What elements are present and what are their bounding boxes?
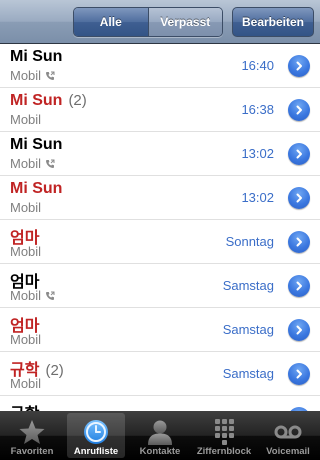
chevron-right-icon bbox=[296, 61, 302, 71]
filter-missed-segment[interactable]: Verpasst bbox=[148, 8, 222, 36]
chevron-right-icon bbox=[296, 149, 302, 159]
chevron-right-icon bbox=[296, 325, 302, 335]
detail-disclosure-button[interactable] bbox=[288, 231, 310, 253]
call-time: 16:40 bbox=[241, 58, 274, 73]
call-subtitle: Mobil bbox=[10, 288, 55, 303]
detail-disclosure-button[interactable] bbox=[288, 55, 310, 77]
phone-type-label: Mobil bbox=[10, 332, 42, 347]
clock-icon bbox=[84, 420, 108, 444]
call-row[interactable]: Mi Sun (2) Mobil 16:38 bbox=[0, 88, 320, 132]
phone-type-label: Mobil bbox=[10, 68, 42, 83]
call-subtitle: Mobil bbox=[10, 332, 41, 347]
person-icon bbox=[148, 420, 172, 445]
caller-name-text: Mi Sun bbox=[10, 92, 63, 109]
caller-name: Mi Sun bbox=[10, 48, 62, 66]
caller-name-text: Mi Sun bbox=[10, 48, 63, 65]
tab-label: Kontakte bbox=[139, 446, 181, 457]
call-row[interactable]: 규학 (2) Mobil Samstag bbox=[0, 352, 320, 396]
call-row[interactable]: Mi Sun Mobil 13:02 bbox=[0, 176, 320, 220]
call-subtitle: Mobil bbox=[10, 200, 41, 215]
call-row[interactable]: Mi Sun Mobil 16:40 bbox=[0, 44, 320, 88]
detail-disclosure-button[interactable] bbox=[288, 275, 310, 297]
detail-disclosure-button[interactable] bbox=[288, 187, 310, 209]
caller-name-text: Mi Sun bbox=[10, 136, 63, 153]
chevron-right-icon bbox=[296, 281, 302, 291]
voicemail-icon bbox=[274, 425, 302, 439]
call-row[interactable]: 엄마 Mobil Samstag bbox=[0, 264, 320, 308]
call-time: Samstag bbox=[222, 366, 274, 381]
caller-name: 규학 bbox=[10, 400, 39, 411]
call-list[interactable]: Mi Sun Mobil 16:40 Mi Sun (2) Mobil 16:38 Mi Su… bbox=[0, 44, 320, 411]
filter-all-segment[interactable]: Alle bbox=[74, 8, 149, 36]
phone-type-label: Mobil bbox=[10, 376, 42, 391]
tab-contacts[interactable]: Kontakte bbox=[128, 411, 192, 460]
call-subtitle: Mobil bbox=[10, 244, 41, 259]
call-subtitle: Mobil bbox=[10, 112, 41, 127]
call-time: 13:02 bbox=[241, 146, 274, 161]
tab-keypad[interactable]: Ziffernblock bbox=[192, 411, 256, 460]
caller-name-text: Mi Sun bbox=[10, 180, 63, 197]
call-time: Samstag bbox=[222, 278, 274, 293]
call-row[interactable]: 엄마 Mobil Samstag bbox=[0, 308, 320, 352]
call-row[interactable]: 규학 bbox=[0, 396, 320, 411]
phone-type-label: Mobil bbox=[10, 156, 42, 171]
call-time: Sonntag bbox=[225, 234, 274, 249]
phone-type-label: Mobil bbox=[10, 244, 42, 259]
tab-bar: Favoriten Anrufliste Kontakte Ziffernblo… bbox=[0, 411, 320, 460]
detail-disclosure-button[interactable] bbox=[288, 319, 310, 341]
tab-label: Favoriten bbox=[10, 446, 54, 457]
call-filter-segmented-control: Alle Verpasst bbox=[73, 7, 223, 37]
detail-disclosure-button[interactable] bbox=[288, 363, 310, 385]
call-subtitle: Mobil bbox=[10, 156, 55, 171]
tab-label: Voicemail bbox=[266, 446, 310, 457]
outgoing-call-icon bbox=[46, 159, 55, 168]
call-subtitle: Mobil bbox=[10, 68, 55, 83]
phone-type-label: Mobil bbox=[10, 112, 42, 127]
outgoing-call-icon bbox=[46, 291, 55, 300]
navigation-bar: Alle Verpasst Bearbeiten bbox=[0, 0, 320, 44]
tab-favorites[interactable]: Favoriten bbox=[0, 411, 64, 460]
call-time: Samstag bbox=[222, 322, 274, 337]
tab-label: Anrufliste bbox=[73, 446, 119, 457]
call-count: (2) bbox=[45, 362, 64, 379]
outgoing-call-icon bbox=[46, 71, 55, 80]
caller-name: Mi Sun bbox=[10, 136, 62, 154]
chevron-right-icon bbox=[296, 237, 302, 247]
call-count: (2) bbox=[68, 92, 87, 109]
call-subtitle: Mobil bbox=[10, 376, 41, 391]
tab-voicemail[interactable]: Voicemail bbox=[256, 411, 320, 460]
detail-disclosure-button[interactable] bbox=[288, 143, 310, 165]
tab-label: Ziffernblock bbox=[196, 446, 252, 457]
phone-type-label: Mobil bbox=[10, 288, 42, 303]
caller-name: Mi Sun bbox=[10, 180, 62, 198]
keypad-icon bbox=[215, 419, 234, 445]
call-row[interactable]: 엄마 Mobil Sonntag bbox=[0, 220, 320, 264]
call-time: 16:38 bbox=[241, 102, 274, 117]
call-time: 13:02 bbox=[241, 190, 274, 205]
chevron-right-icon bbox=[296, 193, 302, 203]
tab-recents[interactable]: Anrufliste bbox=[64, 411, 128, 460]
edit-button[interactable]: Bearbeiten bbox=[232, 7, 314, 37]
star-icon bbox=[19, 420, 45, 444]
chevron-right-icon bbox=[296, 105, 302, 115]
phone-type-label: Mobil bbox=[10, 200, 42, 215]
detail-disclosure-button[interactable] bbox=[288, 99, 310, 121]
call-row[interactable]: Mi Sun Mobil 13:02 bbox=[0, 132, 320, 176]
chevron-right-icon bbox=[296, 369, 302, 379]
caller-name: Mi Sun (2) bbox=[10, 92, 87, 110]
